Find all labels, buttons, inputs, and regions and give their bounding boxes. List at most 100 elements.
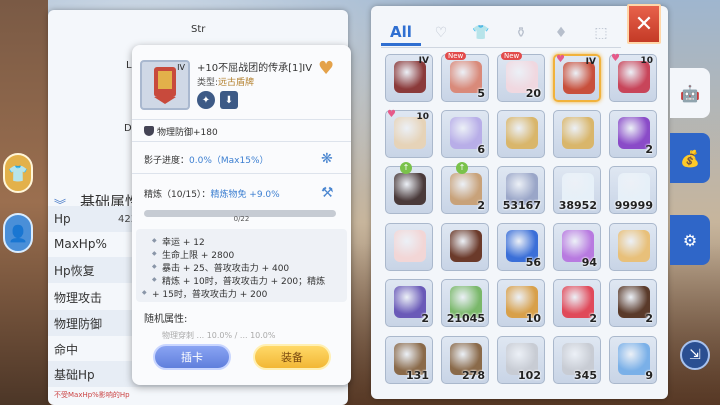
- inventory-slot[interactable]: 2: [385, 279, 433, 327]
- inventory-slot[interactable]: 9: [609, 336, 657, 384]
- inventory-slot[interactable]: 2: [609, 279, 657, 327]
- item-tier: IV: [585, 57, 596, 67]
- robot-icon: 🤖: [680, 83, 700, 103]
- item-count: 2: [421, 312, 429, 325]
- item-count: 94: [581, 256, 597, 269]
- divider: [132, 119, 351, 120]
- inventory-slot[interactable]: 345: [553, 336, 601, 384]
- random-attr-title: 随机属性:: [144, 314, 188, 325]
- inventory-slot[interactable]: [441, 223, 489, 271]
- equipment-tab-button[interactable]: 👕: [3, 153, 33, 193]
- inventory-slot[interactable]: [385, 223, 433, 271]
- item-count: 6: [477, 143, 485, 156]
- inventory-slot[interactable]: 6: [441, 110, 489, 158]
- item-count: 38952: [558, 199, 597, 212]
- card-effect: 幸运 + 12: [152, 235, 205, 248]
- item-type: 类型:远古盾牌: [197, 78, 255, 88]
- tab-material-gem-icon[interactable]: ♦: [541, 20, 581, 46]
- item-count: 102: [518, 369, 541, 382]
- inventory-slot[interactable]: 10 ♥: [385, 109, 433, 158]
- item-icon: [618, 230, 650, 262]
- tab-all[interactable]: All: [381, 20, 421, 46]
- inventory-slot[interactable]: 56: [497, 223, 545, 271]
- item-count: 53167: [502, 199, 541, 212]
- background-scenery: [0, 0, 48, 405]
- item-icon: [394, 230, 426, 262]
- upgrade-arrow-icon: ↑: [400, 162, 412, 174]
- item-count: 278: [462, 369, 485, 382]
- chevron-down-icon: ︾: [54, 198, 67, 212]
- item-detail-popup: IV +10不屈战团的传承[1]IV 类型:远古盾牌 ♥ ✦ ⬇ 物理防御+18…: [132, 45, 351, 385]
- inventory-slot[interactable]: 131: [385, 336, 433, 384]
- inventory-slot[interactable]: 38952: [553, 166, 601, 214]
- inventory-slot[interactable]: 10 ♥: [609, 53, 657, 102]
- divider: [132, 173, 351, 174]
- item-count: 10: [525, 312, 541, 325]
- inventory-slot[interactable]: IV ♥: [553, 54, 601, 102]
- item-count: 345: [574, 369, 597, 382]
- inventory-slot[interactable]: [553, 110, 601, 158]
- shield-icon: [144, 126, 154, 136]
- favorite-heart-icon: ♥: [387, 109, 396, 120]
- item-icon: [562, 117, 594, 149]
- tab-robot-icon[interactable]: 🤖: [670, 68, 710, 118]
- gear-icon: ⚙: [682, 230, 698, 250]
- upgrade-arrow-icon: ↑: [456, 162, 468, 174]
- inventory-slot[interactable]: 2: [553, 279, 601, 327]
- divider: [381, 47, 621, 48]
- bag-icon: 💰: [680, 148, 700, 168]
- item-thumbnail: IV: [140, 60, 190, 110]
- inventory-slot[interactable]: IV: [385, 54, 433, 102]
- item-icon: [450, 230, 482, 262]
- main-attribute: 物理防御+180: [144, 125, 218, 138]
- inventory-slot[interactable]: [609, 223, 657, 271]
- new-badge: New: [445, 52, 467, 60]
- close-button[interactable]: ✕: [627, 4, 661, 44]
- character-tab-button[interactable]: 👤: [3, 213, 33, 253]
- sort-button[interactable]: ⇲: [680, 340, 710, 370]
- inventory-slot[interactable]: 5 New: [441, 52, 489, 102]
- inventory-slot[interactable]: 99999: [609, 166, 657, 214]
- inventory-slot[interactable]: 278: [441, 336, 489, 384]
- refine-info: 精炼（10/15）：精炼物免 +9.0%: [144, 190, 280, 200]
- inventory-slot[interactable]: 53167: [497, 166, 545, 214]
- new-badge: New: [501, 52, 523, 60]
- inventory-slot[interactable]: 21045: [441, 279, 489, 327]
- equip-button[interactable]: 装备: [253, 344, 331, 370]
- item-tier: IV: [177, 63, 185, 72]
- item-count: 2: [645, 312, 653, 325]
- inventory-slot[interactable]: 2: [609, 110, 657, 158]
- inventory-slot[interactable]: 20 New: [497, 52, 545, 102]
- tab-consumable-jar-icon[interactable]: ⚱: [501, 20, 541, 46]
- inventory-slot[interactable]: 94: [553, 223, 601, 271]
- inventory-slot[interactable]: ↑: [385, 162, 433, 214]
- tab-equipment-shirt-icon[interactable]: 👕: [461, 20, 501, 46]
- inventory-slot[interactable]: 10: [497, 279, 545, 327]
- favorite-heart-icon: ♥: [556, 54, 565, 65]
- item-count: 20: [525, 87, 541, 100]
- inventory-slot[interactable]: 102: [497, 336, 545, 384]
- card-effect-continued: + 15时，普攻攻击力 + 200: [142, 287, 267, 300]
- enchant-icon[interactable]: ✦: [197, 91, 215, 109]
- filter-tabs: All ♡ 👕 ⚱ ♦ ⬚: [381, 18, 651, 48]
- favorite-heart-icon[interactable]: ♥: [318, 59, 340, 79]
- divider: [132, 141, 351, 142]
- download-icon[interactable]: ⬇: [220, 91, 238, 109]
- inventory-slot[interactable]: [497, 110, 545, 158]
- tab-gear-icon[interactable]: ⚙: [670, 215, 710, 265]
- favorite-heart-icon: ♥: [611, 53, 620, 64]
- item-title: +10不屈战团的传承[1]IV: [197, 63, 313, 74]
- item-count: 131: [406, 369, 429, 382]
- card-effects-box: 幸运 + 12 生命上限 + 2800 暴击 + 25、普攻攻击力 + 400 …: [136, 229, 347, 302]
- tab-card-icon[interactable]: ⬚: [581, 20, 621, 46]
- item-tier: 10: [416, 112, 429, 122]
- tab-favorite-heart-icon[interactable]: ♡: [421, 20, 461, 46]
- item-count: 56: [525, 256, 541, 269]
- tab-bag-icon[interactable]: 💰: [670, 133, 710, 183]
- hammer-icon[interactable]: ⚒: [321, 185, 339, 201]
- shadow-icon[interactable]: ❋: [321, 151, 339, 167]
- inventory-slot[interactable]: 2 ↑: [441, 162, 489, 214]
- insert-card-button[interactable]: 插卡: [153, 344, 231, 370]
- item-count: 2: [477, 199, 485, 212]
- shirt-icon: 👕: [8, 163, 28, 183]
